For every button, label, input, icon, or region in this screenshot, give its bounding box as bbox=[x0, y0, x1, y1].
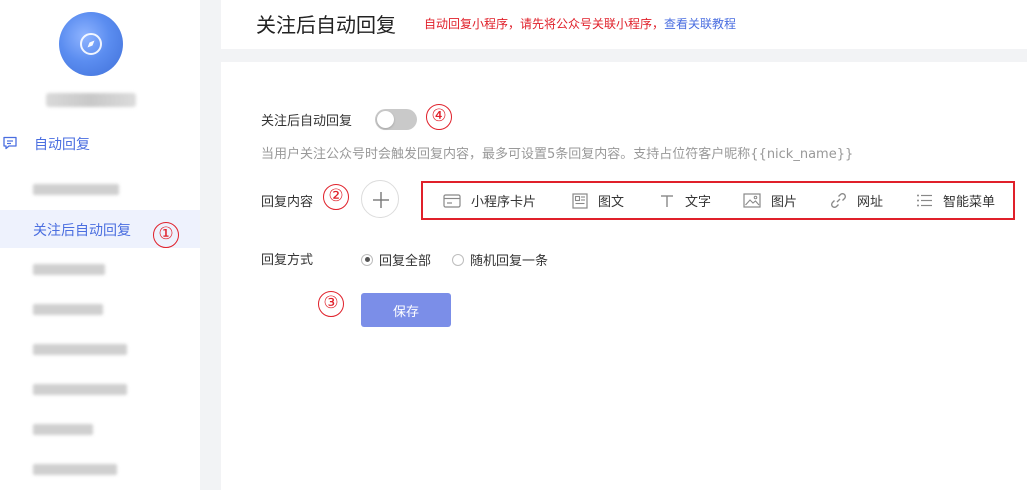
sidebar-section-label: 自动回复 bbox=[34, 137, 90, 153]
type-text[interactable]: 文字 bbox=[659, 183, 711, 218]
reply-hint: 当用户关注公众号时会触发回复内容，最多可设置5条回复内容。支持占位符客户昵称{{… bbox=[261, 147, 854, 162]
annotation-marker-3: ③ bbox=[318, 291, 344, 317]
blurred-label bbox=[33, 264, 105, 275]
type-smart-menu[interactable]: 智能菜单 bbox=[916, 183, 995, 218]
type-image[interactable]: 图片 bbox=[743, 183, 797, 218]
follow-reply-label: 关注后自动回复 bbox=[261, 114, 353, 129]
save-button[interactable]: 保存 bbox=[361, 293, 451, 327]
sidebar-item[interactable] bbox=[0, 450, 200, 488]
page-title: 关注后自动回复 bbox=[256, 13, 396, 37]
type-miniprogram-card[interactable]: 小程序卡片 bbox=[443, 183, 536, 218]
type-label: 图文 bbox=[598, 195, 625, 210]
reply-mode-label: 回复方式 bbox=[261, 253, 314, 268]
radio-reply-all[interactable]: 回复全部 bbox=[361, 250, 431, 269]
avatar[interactable] bbox=[59, 12, 123, 76]
radio-label: 随机回复一条 bbox=[470, 254, 549, 269]
tutorial-link[interactable]: 查看关联教程 bbox=[664, 17, 736, 31]
blurred-label bbox=[33, 184, 119, 195]
link-icon bbox=[831, 193, 846, 208]
plus-icon bbox=[373, 192, 389, 208]
menu-list-icon bbox=[917, 194, 932, 207]
type-label: 图片 bbox=[771, 195, 798, 210]
blurred-label bbox=[33, 304, 103, 315]
app-window: 自动回复 关注后自动回复 ① 关注后自动回复 自动回复小程序，请先将公众号关联小… bbox=[0, 0, 1027, 490]
type-label: 网址 bbox=[857, 195, 884, 210]
header-tip-text: 自动回复小程序，请先将公众号关联小程序， bbox=[424, 17, 665, 31]
text-icon bbox=[661, 194, 673, 207]
follow-reply-toggle[interactable] bbox=[375, 109, 417, 130]
annotation-marker-1: ① bbox=[153, 222, 179, 248]
sidebar-item[interactable] bbox=[0, 370, 200, 408]
type-label: 智能菜单 bbox=[943, 195, 996, 210]
blurred-label bbox=[33, 464, 117, 475]
blurred-label bbox=[33, 344, 127, 355]
toggle-knob bbox=[377, 111, 394, 128]
add-reply-button[interactable] bbox=[361, 180, 399, 218]
sidebar-item[interactable] bbox=[0, 290, 200, 328]
blurred-label bbox=[33, 384, 127, 395]
blurred-label bbox=[33, 424, 93, 435]
type-article[interactable]: 图文 bbox=[572, 183, 624, 218]
radio-circle bbox=[361, 253, 373, 266]
reply-content-label: 回复内容 bbox=[261, 195, 314, 210]
sidebar-item[interactable] bbox=[0, 250, 200, 288]
sidebar-item[interactable] bbox=[0, 170, 200, 208]
sidebar-item[interactable] bbox=[0, 330, 200, 368]
article-icon bbox=[572, 192, 588, 209]
sidebar: 自动回复 关注后自动回复 ① bbox=[0, 0, 200, 490]
sidebar-item[interactable] bbox=[0, 410, 200, 448]
radio-circle bbox=[452, 253, 464, 266]
content-type-toolbar: 小程序卡片 图文 文字 图片 网址 智能菜单 bbox=[421, 181, 1015, 220]
sidebar-item-label: 关注后自动回复 bbox=[33, 223, 131, 239]
account-name-blurred bbox=[46, 93, 136, 107]
header-tip: 自动回复小程序，请先将公众号关联小程序，查看关联教程 bbox=[424, 15, 736, 32]
card-icon bbox=[443, 193, 461, 208]
annotation-marker-4: ④ bbox=[426, 104, 452, 130]
annotation-marker-2: ② bbox=[323, 184, 349, 210]
image-icon bbox=[743, 193, 761, 208]
compass-icon bbox=[80, 33, 102, 55]
type-link[interactable]: 网址 bbox=[830, 183, 883, 218]
type-label: 小程序卡片 bbox=[471, 195, 537, 210]
type-label: 文字 bbox=[685, 195, 712, 210]
chat-icon bbox=[3, 136, 17, 150]
radio-label: 回复全部 bbox=[379, 254, 432, 269]
page-header: 关注后自动回复 自动回复小程序，请先将公众号关联小程序，查看关联教程 bbox=[221, 0, 1027, 49]
radio-reply-random[interactable]: 随机回复一条 bbox=[452, 250, 548, 269]
reply-settings-form: 关注后自动回复 ④ 当用户关注公众号时会触发回复内容，最多可设置5条回复内容。支… bbox=[221, 62, 1027, 490]
